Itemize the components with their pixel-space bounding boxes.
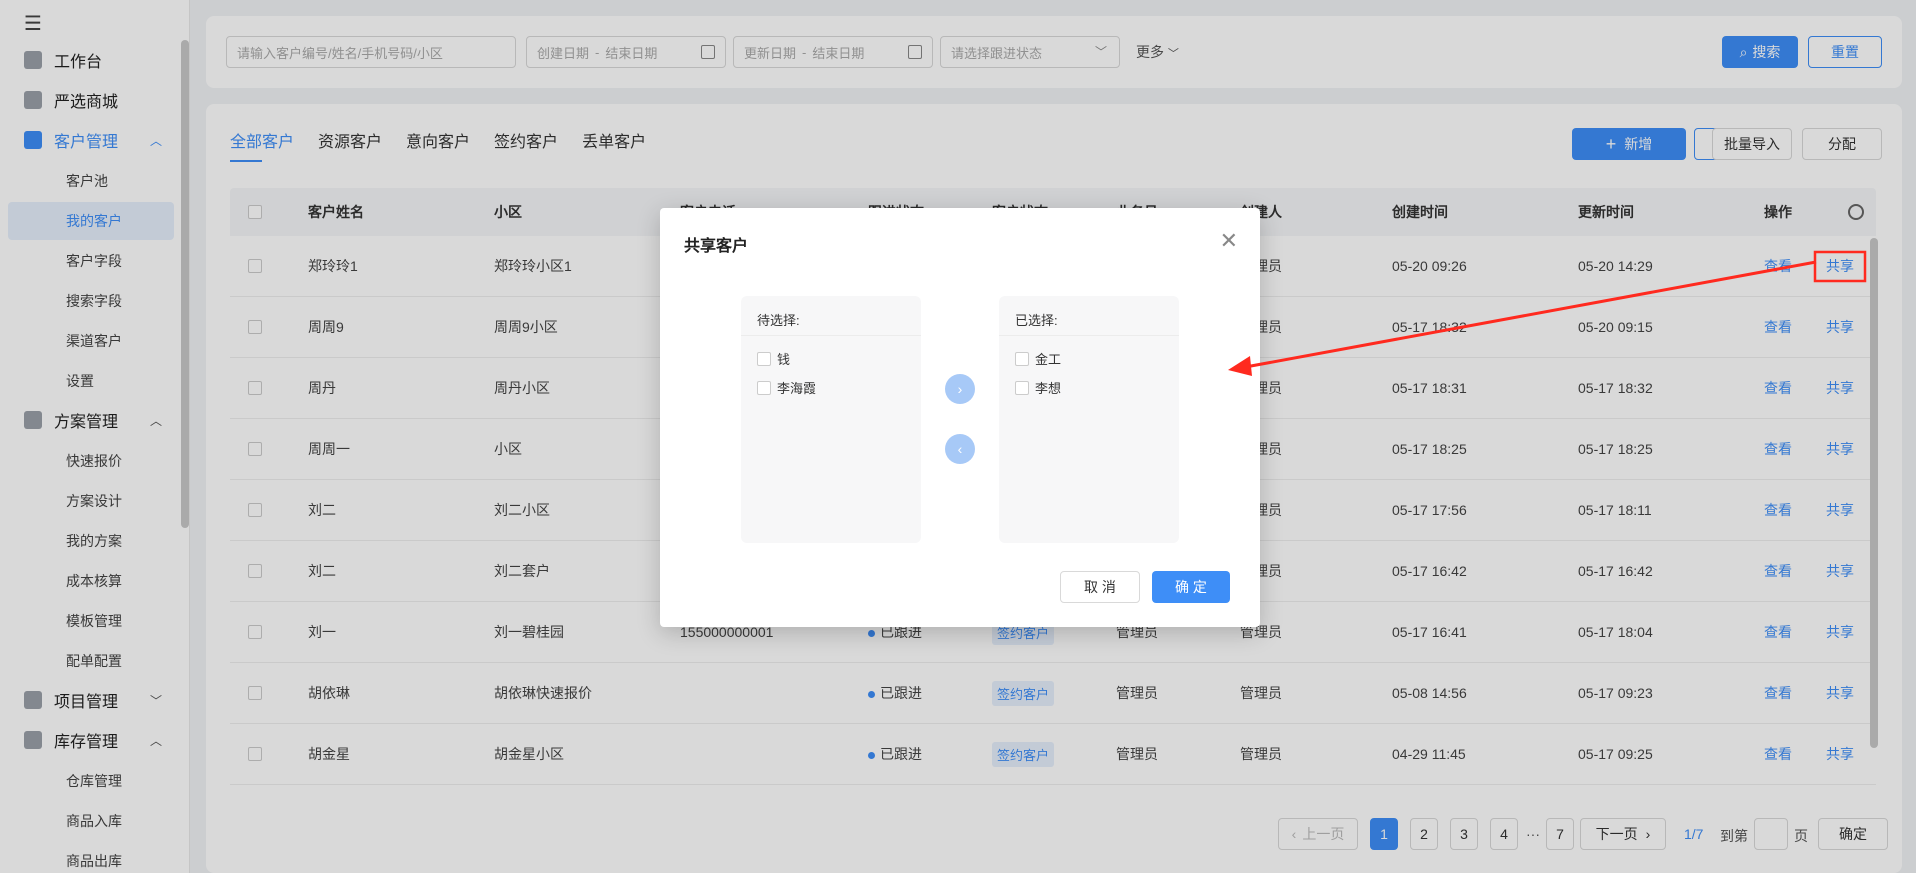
highlight-box <box>1813 250 1867 283</box>
annotation-arrow-head <box>1228 356 1252 376</box>
annotation-overlay <box>1228 250 1867 376</box>
annotation-arrow-line <box>1239 260 1817 370</box>
